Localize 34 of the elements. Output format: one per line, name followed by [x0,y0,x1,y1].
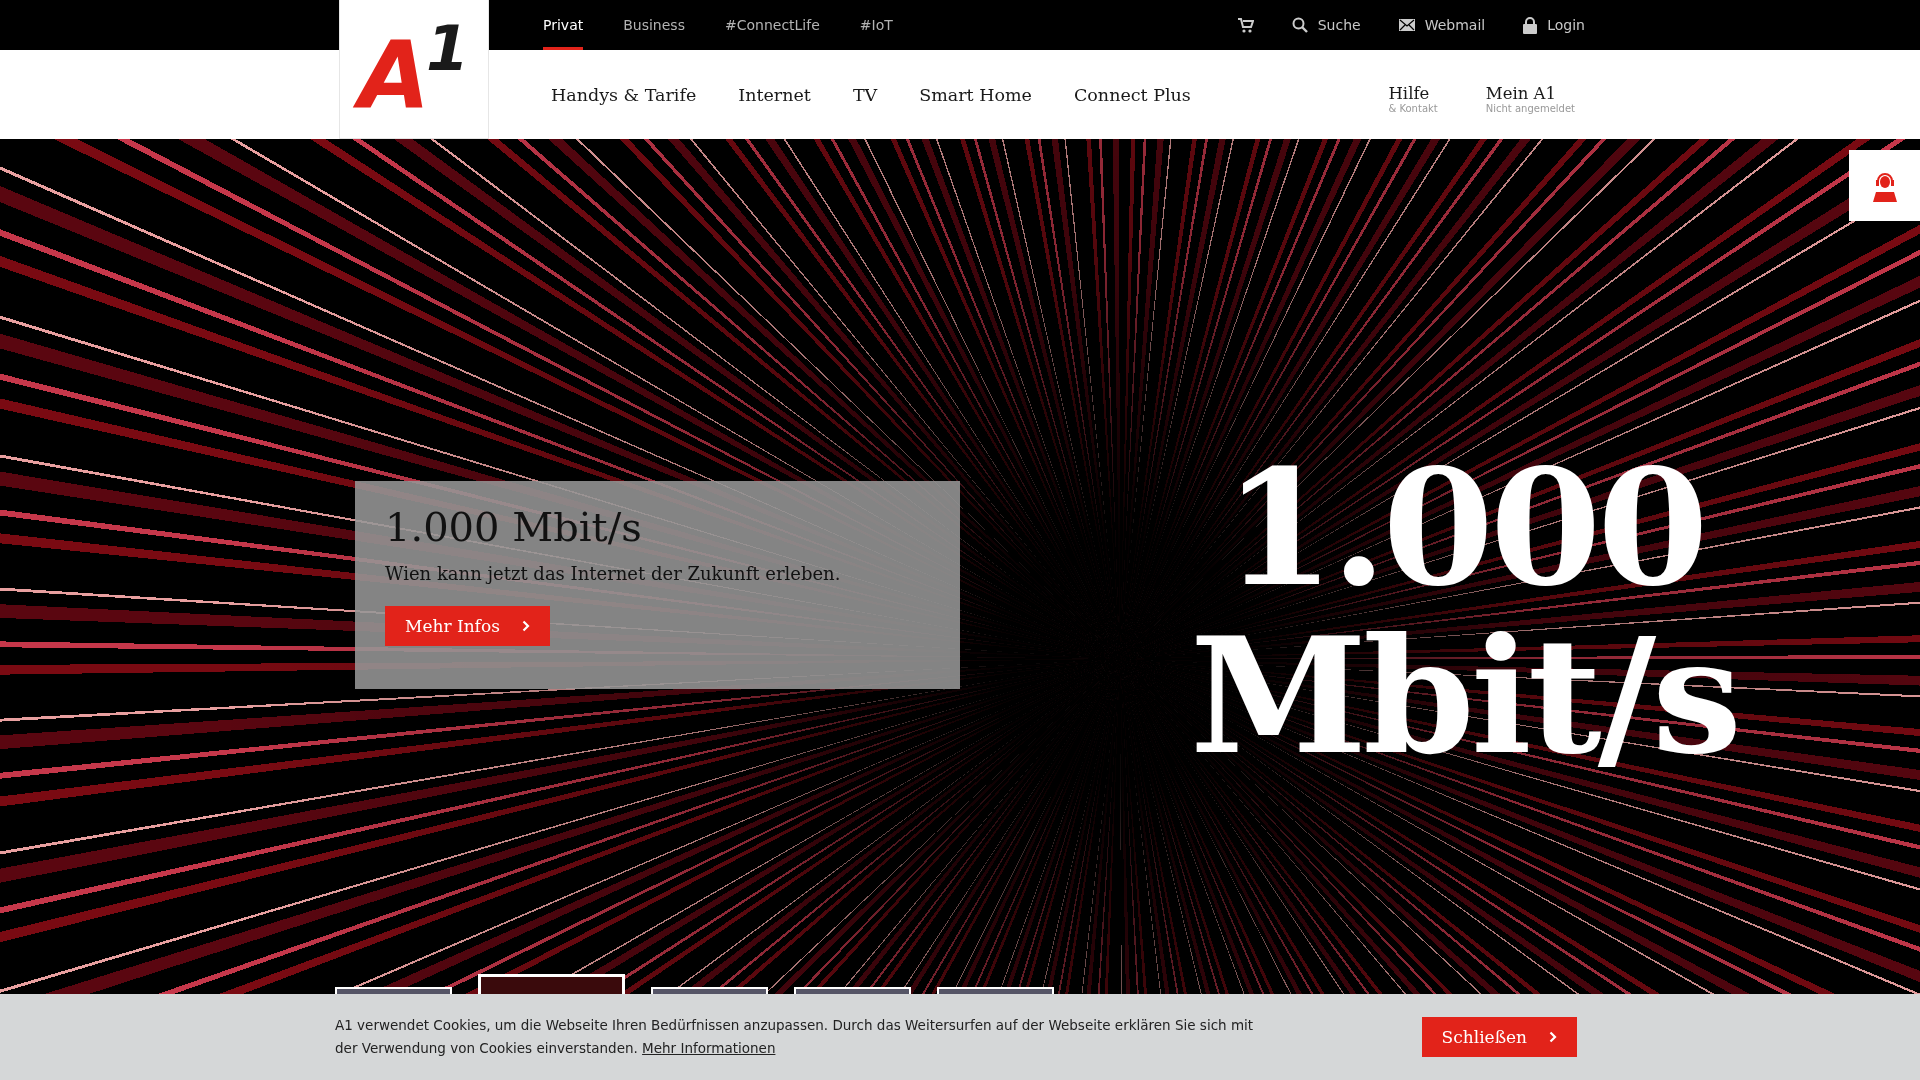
slide-thumbnail[interactable] [335,987,452,994]
search-icon [1291,17,1308,33]
top-tab[interactable]: Privat [543,0,584,50]
chevron-right-icon [521,620,530,632]
service-link[interactable]: Hilfe & Kontakt [1388,83,1438,114]
cart-icon [1237,17,1254,33]
top-link[interactable]: Suche [1291,17,1361,33]
more-information-link[interactable]: Mehr Informationen [642,1040,776,1056]
teaser-text: Wien kann jetzt das Internet der Zukunft erleben. [385,563,842,584]
close-button[interactable]: Schließen [1421,1017,1577,1057]
support-button[interactable] [1849,150,1920,221]
top-link[interactable]: Login [1523,16,1585,34]
slide-thumbnail[interactable] [937,987,1054,994]
hero-headline: Mbit/s [1190,612,1739,780]
nav-link[interactable]: Handys & Tarife [551,84,697,105]
top-tab[interactable]: Business [623,0,685,50]
nav-link[interactable]: Smart Home [919,84,1032,105]
mail-icon [1398,19,1415,31]
cookie-text: A1 verwendet Cookies, um die Webseite Ihren Bedürfnissen anzupassen. Durch das Weitersurfen auf der Webseite erklären Sie sich mit der Verwendung von Cookies einverstanden. Mehr Informationen [335,1016,1255,1058]
chevron-right-icon [1549,1031,1557,1043]
service-link[interactable]: Mein A1 Nicht angemeldet [1485,83,1575,114]
nav-link[interactable]: TV [852,84,878,105]
slide-thumbnail[interactable] [651,987,768,994]
more-info-button[interactable]: Mehr Infos [385,606,550,646]
top-tab[interactable]: #IoT [859,0,893,50]
lock-icon [1523,16,1538,34]
nav-link[interactable]: Internet [738,84,811,105]
nav-link[interactable]: Connect Plus [1073,84,1191,105]
cart-button[interactable] [1237,17,1254,33]
top-link[interactable]: Webmail [1398,17,1486,33]
top-tab[interactable]: #ConnectLife [724,0,820,50]
teaser-title: 1.000 Mbit/s [385,503,643,551]
slide-thumbnail[interactable] [478,974,625,994]
slide-thumbnail[interactable] [794,987,911,994]
